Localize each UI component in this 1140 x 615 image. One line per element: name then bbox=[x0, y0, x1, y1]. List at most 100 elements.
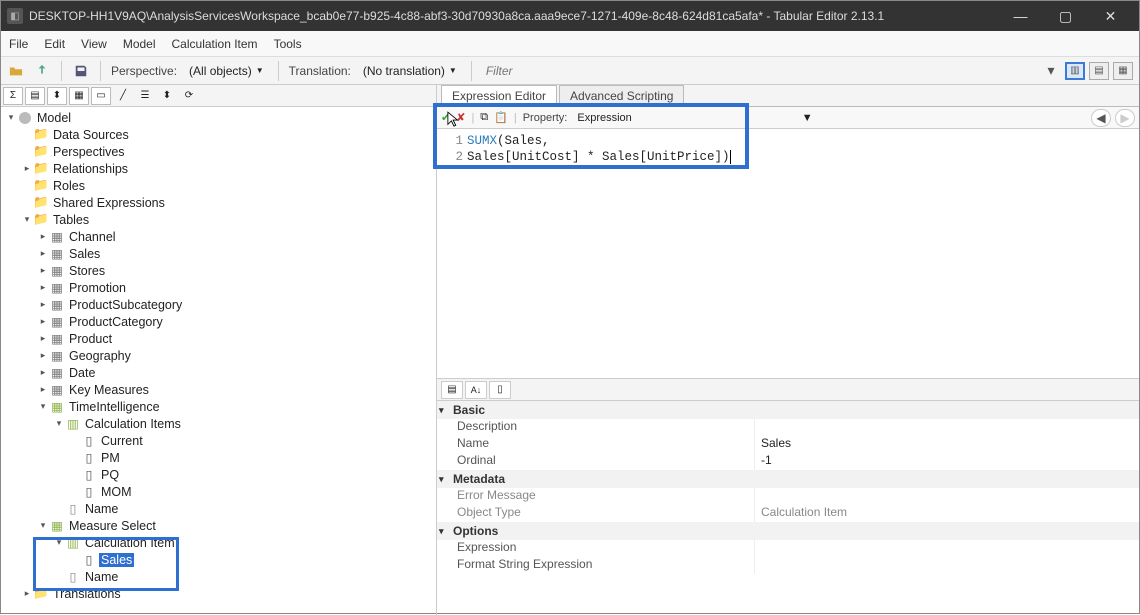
prop-category-basic[interactable]: ▾Basic bbox=[437, 401, 1139, 419]
tree-node-ci-pm[interactable]: ▯PM bbox=[5, 449, 436, 466]
expression-toolbar: ✔ ✘ | ⧉ 📋 | Property: Expression ▼ ◀ ▶ bbox=[437, 107, 1139, 129]
main-toolbar: Perspective: (All objects) ▼ Translation… bbox=[1, 57, 1139, 85]
tree-node-geography[interactable]: ▸▦Geography bbox=[5, 347, 436, 364]
layout-mode-2-button[interactable]: ▤ bbox=[1089, 62, 1109, 80]
close-button[interactable]: ✕ bbox=[1088, 1, 1133, 31]
tree-node-promotion[interactable]: ▸▦Promotion bbox=[5, 279, 436, 296]
layout-mode-1-button[interactable]: ▥ bbox=[1065, 62, 1085, 80]
tree-node-col-name2[interactable]: ▯Name bbox=[5, 568, 436, 585]
open-icon[interactable] bbox=[7, 62, 25, 80]
tree-node-roles[interactable]: 📁Roles bbox=[5, 177, 436, 194]
toolbar-box-button[interactable]: ▭ bbox=[91, 87, 111, 105]
prop-row-name[interactable]: NameSales bbox=[437, 436, 1139, 453]
tree-node-ci-mom[interactable]: ▯MOM bbox=[5, 483, 436, 500]
toolbar-sigma-button[interactable]: Σ bbox=[3, 87, 23, 105]
tree-node-productcategory[interactable]: ▸▦ProductCategory bbox=[5, 313, 436, 330]
tree-node-model[interactable]: ▾Model bbox=[5, 109, 436, 126]
tree-node-translations[interactable]: ▸📁Translations bbox=[5, 585, 436, 602]
menu-tools[interactable]: Tools bbox=[274, 37, 302, 51]
prop-categorized-button[interactable]: ▤ bbox=[441, 381, 463, 399]
tree-node-tables[interactable]: ▾📁Tables bbox=[5, 211, 436, 228]
prop-row-format-string-expression[interactable]: Format String Expression bbox=[437, 557, 1139, 574]
menu-calc-item[interactable]: Calculation Item bbox=[172, 37, 258, 51]
tree-node-ci-sales[interactable]: ▯Sales bbox=[5, 551, 436, 568]
separator bbox=[471, 61, 472, 81]
model-tree[interactable]: ▾Model 📁Data Sources 📁Perspectives ▸📁Rel… bbox=[1, 107, 436, 615]
property-dropdown[interactable]: Expression bbox=[573, 110, 635, 126]
toolbar-hierarchy-button[interactable]: ⬍ bbox=[47, 87, 67, 105]
prop-row-error-message[interactable]: Error Message bbox=[437, 488, 1139, 505]
tree-node-timeintelligence[interactable]: ▾▦TimeIntelligence bbox=[5, 398, 436, 415]
property-grid[interactable]: ▾Basic Description NameSales Ordinal-1 ▾… bbox=[437, 401, 1139, 615]
prop-row-expression[interactable]: Expression bbox=[437, 540, 1139, 557]
translation-dropdown[interactable]: (No translation) ▼ bbox=[359, 62, 461, 80]
code-editor[interactable]: 1 2 SUMX(Sales, Sales[UnitCost] * Sales[… bbox=[437, 129, 1139, 379]
tree-node-col-name[interactable]: ▯Name bbox=[5, 500, 436, 517]
perspective-value: (All objects) bbox=[189, 64, 252, 78]
prop-row-object-type[interactable]: Object TypeCalculation Item bbox=[437, 505, 1139, 522]
tree-node-calc-items-folder[interactable]: ▾▥Calculation Items bbox=[5, 415, 436, 432]
prop-category-options[interactable]: ▾Options bbox=[437, 522, 1139, 540]
model-tree-pane: Σ ▤ ⬍ ▦ ▭ ╱ ☰ ⬍ ⟳ ▾Model 📁Data Sources 📁… bbox=[1, 85, 437, 615]
tree-node-calc-item-folder2[interactable]: ▾▥Calculation Item bbox=[5, 534, 436, 551]
tree-node-stores[interactable]: ▸▦Stores bbox=[5, 262, 436, 279]
chevron-down-icon: ▼ bbox=[449, 66, 457, 75]
editor-tabs: Expression Editor Advanced Scripting bbox=[437, 85, 1139, 107]
tree-node-product[interactable]: ▸▦Product bbox=[5, 330, 436, 347]
paste-icon[interactable]: 📋 bbox=[494, 111, 508, 124]
toolbar-columns-button[interactable]: ☰ bbox=[135, 87, 155, 105]
tab-advanced-scripting[interactable]: Advanced Scripting bbox=[559, 85, 684, 106]
menu-model[interactable]: Model bbox=[123, 37, 156, 51]
accept-icon[interactable]: ✔ bbox=[441, 111, 450, 124]
perspective-dropdown[interactable]: (All objects) ▼ bbox=[185, 62, 268, 80]
copy-icon[interactable]: ⧉ bbox=[480, 111, 488, 124]
property-label: Property: bbox=[523, 112, 568, 124]
toolbar-hier2-button[interactable]: ⬍ bbox=[157, 87, 177, 105]
separator bbox=[100, 61, 101, 81]
tree-node-data-sources[interactable]: 📁Data Sources bbox=[5, 126, 436, 143]
maximize-button[interactable]: ▢ bbox=[1043, 1, 1088, 31]
tree-node-date[interactable]: ▸▦Date bbox=[5, 364, 436, 381]
title-bar: ◧ DESKTOP-HH1V9AQ\AnalysisServicesWorksp… bbox=[1, 1, 1139, 31]
separator bbox=[61, 61, 62, 81]
chevron-down-icon: ▼ bbox=[802, 112, 813, 124]
tree-node-key-measures[interactable]: ▸▦Key Measures bbox=[5, 381, 436, 398]
toolbar-list-button[interactable]: ▤ bbox=[25, 87, 45, 105]
toolbar-slash-button[interactable]: ╱ bbox=[113, 87, 133, 105]
tree-node-shared-expressions[interactable]: 📁Shared Expressions bbox=[5, 194, 436, 211]
tree-node-channel[interactable]: ▸▦Channel bbox=[5, 228, 436, 245]
prop-pages-button[interactable]: ▯ bbox=[489, 381, 511, 399]
tree-node-ci-current[interactable]: ▯Current bbox=[5, 432, 436, 449]
tree-node-measure-select[interactable]: ▾▦Measure Select bbox=[5, 517, 436, 534]
tree-node-relationships[interactable]: ▸📁Relationships bbox=[5, 160, 436, 177]
toolbar-refresh-button[interactable]: ⟳ bbox=[179, 87, 199, 105]
window-title: DESKTOP-HH1V9AQ\AnalysisServicesWorkspac… bbox=[29, 9, 998, 23]
minimize-button[interactable]: — bbox=[998, 1, 1043, 31]
translation-label: Translation: bbox=[289, 64, 351, 78]
line-gutter: 1 2 bbox=[447, 133, 463, 165]
prop-az-sort-button[interactable]: A↓ bbox=[465, 381, 487, 399]
filter-icon[interactable]: ▾ bbox=[1041, 62, 1061, 80]
tree-toolbar: Σ ▤ ⬍ ▦ ▭ ╱ ☰ ⬍ ⟳ bbox=[1, 85, 436, 107]
menu-edit[interactable]: Edit bbox=[44, 37, 65, 51]
nav-back-button[interactable]: ◀ bbox=[1091, 109, 1111, 127]
filter-input[interactable] bbox=[482, 62, 1033, 80]
tree-node-ci-pq[interactable]: ▯PQ bbox=[5, 466, 436, 483]
prop-row-description[interactable]: Description bbox=[437, 419, 1139, 436]
toolbar-grid-button[interactable]: ▦ bbox=[69, 87, 89, 105]
deploy-icon[interactable] bbox=[33, 62, 51, 80]
tree-node-productsubcategory[interactable]: ▸▦ProductSubcategory bbox=[5, 296, 436, 313]
layout-mode-3-button[interactable]: ▦ bbox=[1113, 62, 1133, 80]
separator bbox=[278, 61, 279, 81]
prop-category-metadata[interactable]: ▾Metadata bbox=[437, 470, 1139, 488]
menu-view[interactable]: View bbox=[81, 37, 107, 51]
menu-file[interactable]: File bbox=[9, 37, 28, 51]
prop-row-ordinal[interactable]: Ordinal-1 bbox=[437, 453, 1139, 470]
cancel-icon[interactable]: ✘ bbox=[456, 111, 465, 124]
menu-bar: File Edit View Model Calculation Item To… bbox=[1, 31, 1139, 57]
tree-node-sales[interactable]: ▸▦Sales bbox=[5, 245, 436, 262]
save-icon[interactable] bbox=[72, 62, 90, 80]
tab-expression-editor[interactable]: Expression Editor bbox=[441, 85, 557, 107]
tree-node-perspectives[interactable]: 📁Perspectives bbox=[5, 143, 436, 160]
nav-forward-button[interactable]: ▶ bbox=[1115, 109, 1135, 127]
